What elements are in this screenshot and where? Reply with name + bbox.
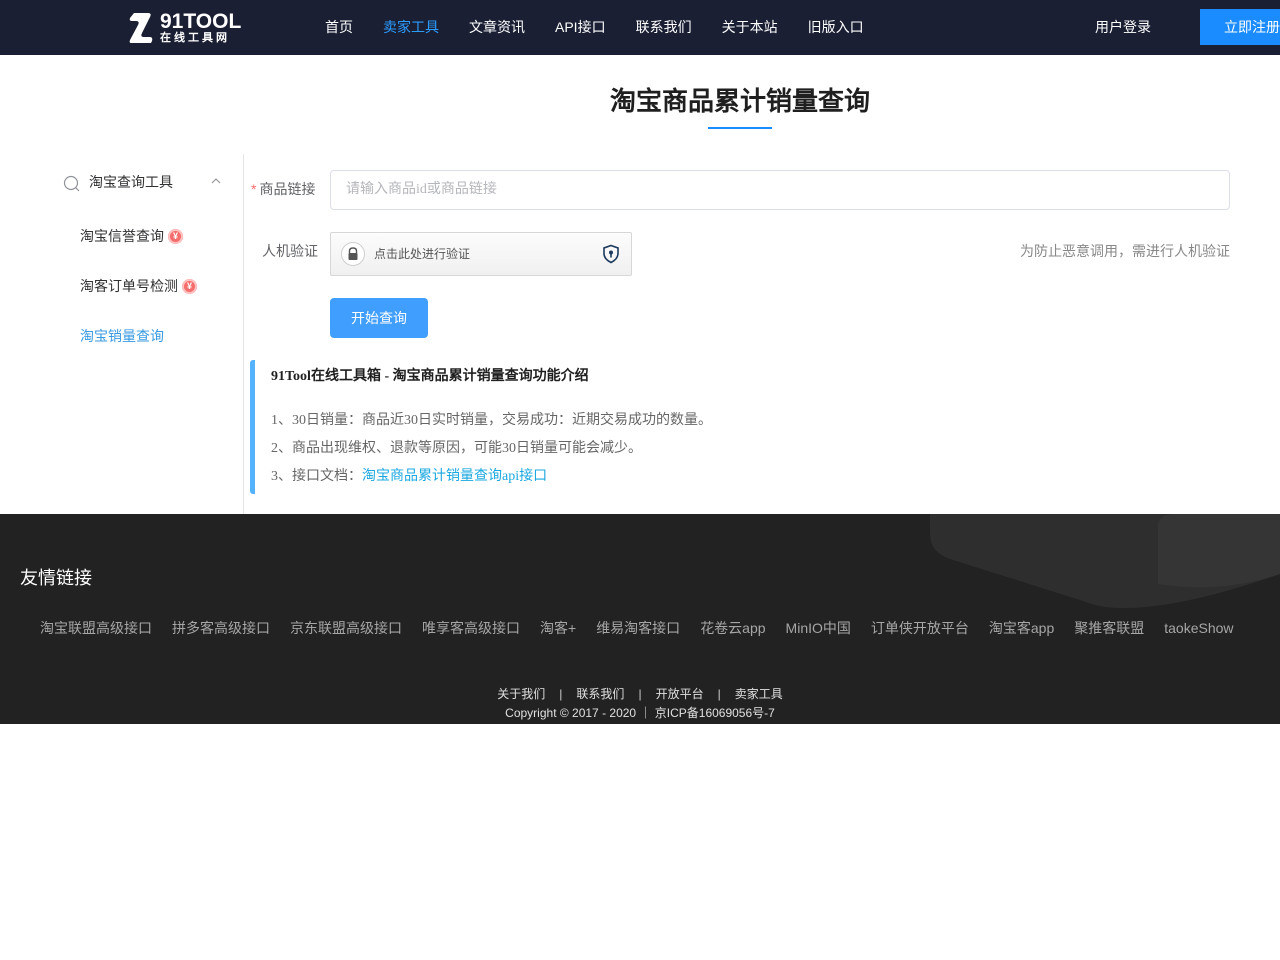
footer-separator: | [559, 687, 563, 701]
footer-link-contact[interactable]: 联系我们 [576, 687, 624, 701]
register-button[interactable]: 立即注册 [1200, 9, 1280, 45]
friend-link[interactable]: 淘客+ [540, 619, 576, 637]
sidebar-item-credit-query[interactable]: 淘宝信誉查询 ¥ [80, 226, 183, 246]
product-link-label-text: 商品链接 [259, 181, 316, 197]
footer-link-about[interactable]: 关于我们 [497, 687, 545, 701]
nav-api[interactable]: API接口 [555, 0, 606, 55]
page-title: 淘宝商品累计销量查询 [609, 86, 870, 116]
nav-home[interactable]: 首页 [325, 0, 353, 55]
friend-link[interactable]: 拼多客高级接口 [172, 619, 270, 637]
footer-link-seller-tools[interactable]: 卖家工具 [735, 687, 783, 701]
coin-badge-icon: ¥ [182, 278, 197, 294]
captcha-text: 点击此处进行验证 [374, 247, 471, 261]
sidebar-item-label: 淘宝销量查询 [80, 328, 164, 344]
friend-link[interactable]: 花卷云app [700, 619, 765, 637]
sidebar-group-taobao-tools[interactable]: 淘宝查询工具 [63, 172, 225, 194]
friend-links: 淘宝联盟高级接口 拼多客高级接口 京东联盟高级接口 唯享客高级接口 淘客+ 维易… [40, 619, 1254, 637]
info-line-1: 1、30日销量：商品近30日实时销量，交易成功：近期交易成功的数量。 [271, 413, 712, 428]
info-panel: 91Tool在线工具箱 - 淘宝商品累计销量查询功能介绍 1、30日销量：商品近… [250, 360, 1230, 494]
captcha-widget[interactable]: 点击此处进行验证 [330, 232, 632, 276]
friend-link[interactable]: taokeShow [1164, 619, 1233, 637]
logo-subtitle: 在线工具网 [160, 32, 230, 44]
nav-old-version[interactable]: 旧版入口 [808, 0, 864, 55]
info-line-3: 3、接口文档：淘宝商品累计销量查询api接口 [271, 468, 547, 486]
friend-link[interactable]: 淘宝客app [989, 619, 1054, 637]
sidebar-group-label: 淘宝查询工具 [89, 174, 173, 190]
footer-link-open-platform[interactable]: 开放平台 [656, 687, 704, 701]
search-icon [63, 175, 80, 192]
chevron-up-icon [211, 178, 221, 184]
shield-icon [603, 244, 619, 264]
info-line-2: 2、商品出现维权、退款等原因，可能30日销量可能会减少。 [271, 441, 642, 456]
logo-text: 91TOOL [160, 10, 242, 33]
required-mark: * [251, 181, 257, 197]
nav-about[interactable]: 关于本站 [722, 0, 778, 55]
top-header: 91TOOL 在线工具网 首页 卖家工具 文章资讯 API接口 联系我们 关于本… [0, 0, 1280, 55]
info-title: 91Tool在线工具箱 - 淘宝商品累计销量查询功能介绍 [271, 369, 589, 384]
nav-seller-tools[interactable]: 卖家工具 [383, 0, 439, 55]
friend-link[interactable]: 维易淘客接口 [596, 619, 680, 637]
coin-badge-icon: ¥ [168, 228, 183, 244]
product-link-input[interactable] [330, 170, 1230, 210]
site-logo[interactable]: 91TOOL 在线工具网 [128, 11, 244, 45]
sidebar-item-order-check[interactable]: 淘客订单号检测 ¥ [80, 276, 197, 296]
title-underline [708, 127, 772, 129]
product-link-label: * 商品链接 [251, 179, 315, 199]
captcha-label: 人机验证 [262, 243, 318, 259]
captcha-hint: 为防止恶意调用，需进行人机验证 [1020, 243, 1230, 259]
friend-link[interactable]: 聚推客联盟 [1074, 619, 1144, 637]
lock-icon [341, 242, 365, 266]
login-link[interactable]: 用户登录 [1095, 0, 1151, 55]
start-query-button[interactable]: 开始查询 [330, 298, 428, 338]
info-line-3-prefix: 3、接口文档： [271, 469, 362, 484]
footer-nav: 关于我们 | 联系我们 | 开放平台 | 卖家工具 [0, 686, 1280, 702]
sidebar-item-sales-query[interactable]: 淘宝销量查询 [80, 326, 164, 346]
logo-mark-icon [129, 13, 153, 43]
nav-articles[interactable]: 文章资讯 [469, 0, 525, 55]
footer: 友情链接 淘宝联盟高级接口 拼多客高级接口 京东联盟高级接口 唯享客高级接口 淘… [0, 514, 1280, 724]
friend-link[interactable]: MinIO中国 [786, 619, 851, 637]
friend-link[interactable]: 唯享客高级接口 [422, 619, 520, 637]
copyright: Copyright © 2017 - 2020 ｜ 京ICP备16069056号… [505, 706, 775, 720]
nav-contact[interactable]: 联系我们 [636, 0, 692, 55]
sidebar-item-label: 淘宝信誉查询 [80, 228, 164, 244]
footer-separator: | [717, 687, 721, 701]
sidebar: 淘宝查询工具 淘宝信誉查询 ¥ 淘客订单号检测 ¥ 淘宝销量查询 [0, 154, 244, 514]
friend-links-title: 友情链接 [20, 568, 92, 588]
friend-link[interactable]: 淘宝联盟高级接口 [40, 619, 152, 637]
api-doc-link[interactable]: 淘宝商品累计销量查询api接口 [362, 469, 547, 484]
footer-separator: | [638, 687, 642, 701]
friend-link[interactable]: 订单侠开放平台 [871, 619, 969, 637]
sidebar-item-label: 淘客订单号检测 [80, 278, 178, 294]
friend-link[interactable]: 京东联盟高级接口 [290, 619, 402, 637]
main-nav: 首页 卖家工具 文章资讯 API接口 联系我们 关于本站 旧版入口 [325, 0, 894, 55]
